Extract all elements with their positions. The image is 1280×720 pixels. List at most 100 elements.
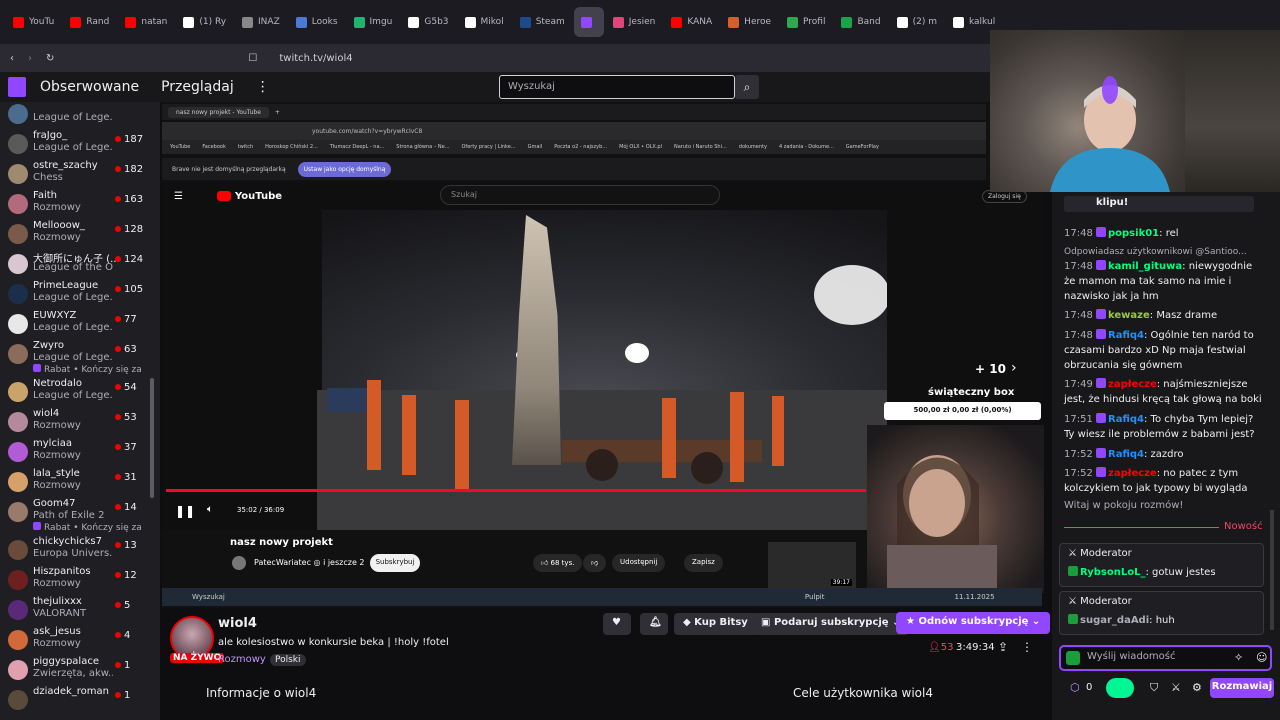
bits-button[interactable]: ◆ Kup Bitsy xyxy=(674,613,757,635)
chat-username[interactable]: zapłecze xyxy=(1108,379,1157,390)
search-input[interactable]: Wyszukaj xyxy=(499,75,735,99)
url-field[interactable]: twitch.tv/wiol4 xyxy=(279,53,352,64)
sidebar-channel[interactable]: Mellooow_ Rozmowy 128 xyxy=(0,220,160,250)
browser-tab[interactable]: Profil xyxy=(780,7,832,37)
chat-message: 17:48 kewaze: Masz drame xyxy=(1064,308,1264,323)
claim-points-button[interactable] xyxy=(1106,678,1134,698)
badge-icon[interactable] xyxy=(1066,651,1080,665)
stream-category[interactable]: Rozmowy xyxy=(218,654,266,665)
heart-icon[interactable]: ♥ xyxy=(603,613,631,635)
sidebar-channel[interactable]: 大御所にゅん子 (...League of the O...124 xyxy=(0,250,160,280)
shield-icon[interactable]: ⛉ xyxy=(1150,681,1158,695)
chat-username[interactable]: popsik01 xyxy=(1108,228,1159,239)
chat-message: 17:48 Rafiq4: Ogólnie ten naród to czasa… xyxy=(1064,328,1264,373)
sidebar-channel[interactable]: Faith Rozmowy 163 xyxy=(0,190,160,220)
viewer-count: 124 xyxy=(115,254,143,265)
live-dot-icon xyxy=(115,316,121,322)
sidebar-channel[interactable]: fraJgo_ League of Lege... 187 xyxy=(0,130,160,160)
tab-favicon-icon xyxy=(612,16,624,28)
chat-scrollbar[interactable] xyxy=(1270,510,1274,630)
browser-tab[interactable]: Jesien xyxy=(606,7,663,37)
new-divider-line xyxy=(1064,527,1219,528)
chat-username[interactable]: Rafiq4 xyxy=(1108,414,1144,425)
live-dot-icon xyxy=(115,474,121,480)
browser-tab[interactable]: Heroe xyxy=(721,7,778,37)
sidebar-channel[interactable]: lala_style Rozmowy 31 xyxy=(0,468,160,498)
channel-name: Faith xyxy=(33,190,57,201)
share-icon[interactable]: ⇪ xyxy=(998,640,1008,654)
chat-username[interactable]: zapłecze xyxy=(1108,468,1157,479)
viewer-count: 63 xyxy=(115,344,137,355)
browser-tab[interactable]: Band xyxy=(834,7,887,37)
sidebar-scrollbar[interactable] xyxy=(150,378,154,498)
sidebar-channel[interactable]: dziadek_roman 1 xyxy=(0,686,160,716)
video-progress-bar[interactable] xyxy=(166,489,866,492)
viewer-count-value: 163 xyxy=(124,194,144,205)
sidebar-channel[interactable]: mylciaa Rozmowy 37 xyxy=(0,438,160,468)
video-time: 35:02 / 36:09 xyxy=(237,506,285,514)
chat-username[interactable]: RybsonLoL_ xyxy=(1080,567,1145,578)
browser-tab[interactable]: natan xyxy=(118,7,174,37)
forward-icon[interactable]: › xyxy=(28,53,32,64)
magic-icon[interactable]: ✧ xyxy=(1234,651,1243,664)
channel-name[interactable]: wiol4 xyxy=(218,616,257,631)
search-icon[interactable]: ⌕ xyxy=(735,75,759,99)
browser-tab[interactable]: G5b3 xyxy=(401,7,455,37)
browser-tab[interactable]: Imgu xyxy=(347,7,400,37)
reload-icon[interactable]: ↻ xyxy=(46,53,54,64)
bell-icon[interactable]: 🔔︎ xyxy=(640,613,668,635)
sidebar-channel[interactable]: PrimeLeague League of Lege... 105 xyxy=(0,280,160,310)
browser-tab[interactable]: Looks xyxy=(289,7,345,37)
chat-send-button[interactable]: Rozmawiaj xyxy=(1210,678,1274,698)
browser-tab[interactable]: Rand xyxy=(63,7,116,37)
back-icon[interactable]: ‹ xyxy=(10,53,14,64)
browser-tab[interactable]: Mikol xyxy=(458,7,511,37)
avatar xyxy=(8,164,28,184)
sidebar-channel[interactable]: piggyspalace Zwierzęta, akw... 1 xyxy=(0,656,160,686)
new-messages-divider: Nowość xyxy=(1224,521,1263,532)
sidebar-channel[interactable]: ostre_szachy Chess 182 xyxy=(0,160,160,190)
browser-tab[interactable]: KANA xyxy=(664,7,719,37)
more-icon[interactable]: ⋮ xyxy=(256,79,270,95)
browser-tab[interactable]: INAZ xyxy=(235,7,287,37)
browser-tab[interactable]: (2) m xyxy=(890,7,944,37)
renew-sub-button[interactable]: ★ Odnów subskrypcję ⌄ xyxy=(896,612,1051,634)
browser-tab[interactable]: Steam xyxy=(513,7,572,37)
chat-timestamp: 17:48 xyxy=(1064,228,1096,239)
sidebar-channel[interactable]: chickychicks7 Europa Univers... 13 xyxy=(0,536,160,566)
sidebar-channel[interactable]: Hiszpanitos Rozmowy 12 xyxy=(0,566,160,596)
browser-tab[interactable]: YouTu xyxy=(6,7,61,37)
sword-icon[interactable]: ⚔ xyxy=(1171,681,1181,694)
browser-tab[interactable]: (1) Ry xyxy=(176,7,233,37)
more-options-icon[interactable]: ⋮ xyxy=(1021,640,1033,654)
sidebar-channel[interactable]: Zwyro League of Lege... 63 Rabat • Kończy s… xyxy=(0,340,160,375)
nav-browse[interactable]: Przeglądaj xyxy=(161,79,234,95)
chat-username[interactable]: kewaze xyxy=(1108,310,1150,321)
chat-username[interactable]: kamil_gituwa xyxy=(1108,261,1182,272)
sidebar-channel[interactable]: Goom47 Path of Exile 2 14 Rabat • Kończy si… xyxy=(0,498,160,533)
sidebar-channel[interactable]: ask_jesus Rozmowy 4 xyxy=(0,626,160,656)
sidebar-channel[interactable]: Netrodalo League of Lege... 54 xyxy=(0,378,160,408)
chat-username[interactable]: Rafiq4 xyxy=(1108,449,1144,460)
viewer-count-value: 53 xyxy=(940,642,954,653)
sidebar-channel[interactable]: EUWXYZ League of Lege... 77 xyxy=(0,310,160,340)
points-icon[interactable]: ⬡ xyxy=(1070,681,1080,694)
language-tag[interactable]: Polski xyxy=(270,654,306,666)
chat-username[interactable]: sugar_daAdi xyxy=(1080,615,1149,626)
webcam-figure xyxy=(887,455,997,593)
chat-username[interactable]: Rafiq4 xyxy=(1108,330,1144,341)
avatar xyxy=(8,630,28,650)
browser-tab[interactable] xyxy=(573,7,604,37)
sidebar-channel[interactable]: League of Lege... xyxy=(0,102,160,130)
sidebar-channel[interactable]: wiol4 Rozmowy 53 xyxy=(0,408,160,438)
sidebar-channel[interactable]: thejulixxx VALORANT 5 xyxy=(0,596,160,626)
settings-icon[interactable]: ⚙ xyxy=(1192,681,1202,694)
emoji-icon[interactable]: ☺ xyxy=(1256,651,1267,664)
twitch-logo-icon[interactable] xyxy=(8,77,26,97)
bookmark-icon[interactable]: ☐ xyxy=(248,53,257,64)
gift-sub-button[interactable]: ▣ Podaruj subskrypcję ⌄ xyxy=(752,613,910,635)
bookmark-item: Oferty pracy | Linke... xyxy=(461,144,516,150)
avatar xyxy=(8,134,28,154)
chat-badge-icon xyxy=(1096,448,1106,458)
nav-following[interactable]: Obserwowane xyxy=(40,79,139,95)
